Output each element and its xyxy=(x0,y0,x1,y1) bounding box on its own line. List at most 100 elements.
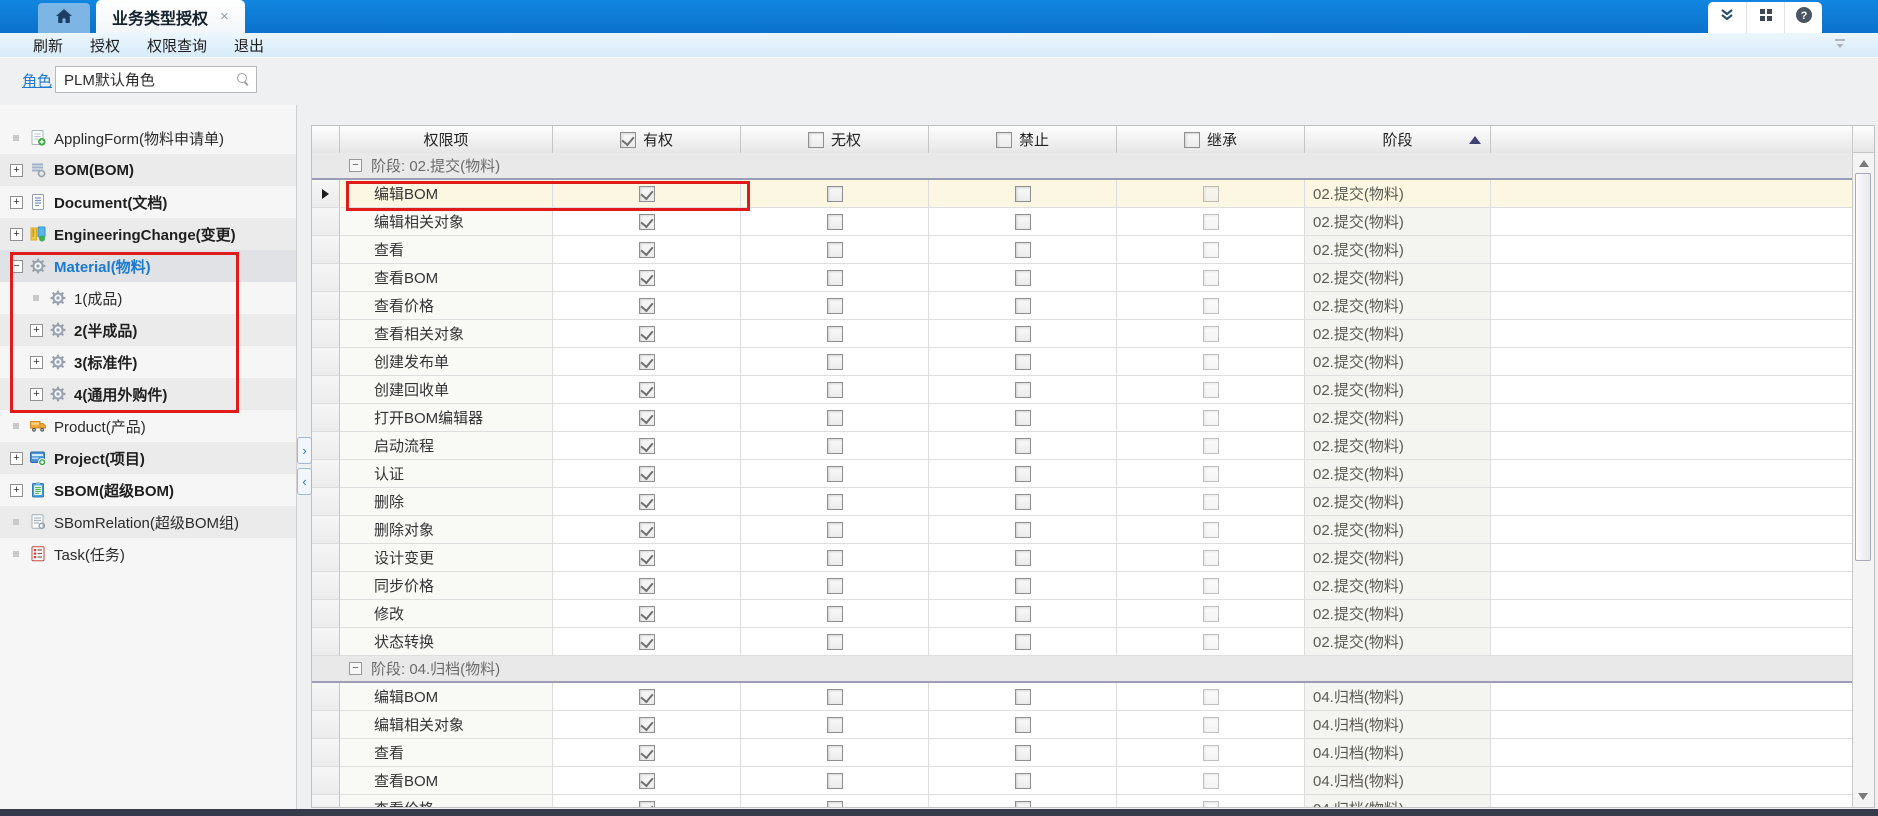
forbid-checkbox[interactable] xyxy=(1015,550,1031,566)
noperm-cell[interactable] xyxy=(741,208,929,236)
granted-cell[interactable] xyxy=(553,376,741,404)
menu-item-refresh[interactable]: 刷新 xyxy=(33,35,63,56)
inherit-checkbox[interactable] xyxy=(1203,522,1219,538)
granted-checkbox[interactable] xyxy=(639,550,655,566)
granted-checkbox[interactable] xyxy=(639,745,655,761)
grid-row[interactable]: 认证02.提交(物料) xyxy=(312,460,1852,488)
noperm-cell[interactable] xyxy=(741,767,929,795)
noperm-checkbox[interactable] xyxy=(827,550,843,566)
inherit-checkbox[interactable] xyxy=(1203,186,1219,202)
forbid-checkbox[interactable] xyxy=(1015,186,1031,202)
tab-close-icon[interactable]: × xyxy=(220,8,229,25)
forbid-checkbox[interactable] xyxy=(1015,578,1031,594)
grid-row[interactable]: 查看相关对象02.提交(物料) xyxy=(312,320,1852,348)
noperm-checkbox[interactable] xyxy=(827,242,843,258)
inherit-checkbox[interactable] xyxy=(1203,466,1219,482)
tree-item-product[interactable]: Product(产品) xyxy=(0,410,296,442)
tab-home[interactable] xyxy=(38,3,90,33)
tree-collapse-icon[interactable]: − xyxy=(10,260,23,273)
granted-cell[interactable] xyxy=(553,320,741,348)
splitter-expand-button[interactable]: › xyxy=(297,437,312,464)
inherit-checkbox[interactable] xyxy=(1203,354,1219,370)
group-header-stage-04-archive[interactable]: −阶段: 04.归档(物料) xyxy=(312,656,1852,683)
forbid-cell[interactable] xyxy=(929,739,1117,767)
collapse-all-button[interactable] xyxy=(1708,2,1746,33)
noperm-cell[interactable] xyxy=(741,320,929,348)
noperm-checkbox[interactable] xyxy=(827,522,843,538)
column-header-perm[interactable]: 权限项 xyxy=(340,126,553,153)
grid-row[interactable]: 查看价格04.归档(物料) xyxy=(312,795,1852,807)
granted-cell[interactable] xyxy=(553,432,741,460)
granted-checkbox[interactable] xyxy=(639,382,655,398)
group-header-stage-02-submit[interactable]: −阶段: 02.提交(物料) xyxy=(312,153,1852,180)
noperm-checkbox[interactable] xyxy=(827,466,843,482)
forbid-checkbox[interactable] xyxy=(1015,466,1031,482)
granted-checkbox[interactable] xyxy=(639,689,655,705)
column-header-forbid[interactable]: 禁止 xyxy=(929,126,1117,153)
toolbar-collapse-icon[interactable] xyxy=(1832,37,1848,56)
granted-checkbox[interactable] xyxy=(639,326,655,342)
menu-item-exit[interactable]: 退出 xyxy=(234,35,264,56)
forbid-checkbox[interactable] xyxy=(1015,298,1031,314)
forbid-cell[interactable] xyxy=(929,767,1117,795)
forbid-checkbox[interactable] xyxy=(1015,382,1031,398)
granted-cell[interactable] xyxy=(553,739,741,767)
inherit-checkbox[interactable] xyxy=(1203,410,1219,426)
forbid-cell[interactable] xyxy=(929,404,1117,432)
inherit-checkbox[interactable] xyxy=(1203,494,1219,510)
forbid-cell[interactable] xyxy=(929,292,1117,320)
granted-checkbox[interactable] xyxy=(639,634,655,650)
noperm-checkbox[interactable] xyxy=(827,606,843,622)
forbid-checkbox[interactable] xyxy=(1015,326,1031,342)
inherit-cell[interactable] xyxy=(1117,544,1305,572)
inherit-cell[interactable] xyxy=(1117,795,1305,807)
noperm-cell[interactable] xyxy=(741,460,929,488)
granted-checkbox[interactable] xyxy=(639,242,655,258)
inherit-checkbox[interactable] xyxy=(1203,326,1219,342)
grid-row[interactable]: 查看BOM02.提交(物料) xyxy=(312,264,1852,292)
noperm-cell[interactable] xyxy=(741,711,929,739)
tree-item-material-2[interactable]: +2(半成品) xyxy=(0,314,296,346)
noperm-cell[interactable] xyxy=(741,348,929,376)
forbid-cell[interactable] xyxy=(929,264,1117,292)
granted-cell[interactable] xyxy=(553,683,741,711)
tree-item-sbom[interactable]: +SBOM(超级BOM) xyxy=(0,474,296,506)
noperm-checkbox[interactable] xyxy=(827,494,843,510)
tab-business-type-auth[interactable]: 业务类型授权 × xyxy=(96,0,245,33)
inherit-cell[interactable] xyxy=(1117,628,1305,656)
granted-checkbox[interactable] xyxy=(639,606,655,622)
tree-item-sbomrelation[interactable]: SBomRelation(超级BOM组) xyxy=(0,506,296,538)
noperm-checkbox[interactable] xyxy=(827,326,843,342)
forbid-checkbox[interactable] xyxy=(1015,438,1031,454)
noperm-checkbox[interactable] xyxy=(827,689,843,705)
granted-checkbox[interactable] xyxy=(639,801,655,808)
grid-row[interactable]: 查看价格02.提交(物料) xyxy=(312,292,1852,320)
noperm-cell[interactable] xyxy=(741,432,929,460)
granted-cell[interactable] xyxy=(553,404,741,432)
column-header-granted[interactable]: 有权 xyxy=(553,126,741,153)
inherit-cell[interactable] xyxy=(1117,404,1305,432)
granted-cell[interactable] xyxy=(553,180,741,208)
forbid-cell[interactable] xyxy=(929,236,1117,264)
forbid-checkbox[interactable] xyxy=(1015,801,1031,808)
granted-checkbox[interactable] xyxy=(639,466,655,482)
grid-vertical-scrollbar[interactable] xyxy=(1852,126,1874,807)
noperm-checkbox[interactable] xyxy=(827,354,843,370)
noperm-cell[interactable] xyxy=(741,600,929,628)
inherit-cell[interactable] xyxy=(1117,767,1305,795)
group-collapse-icon[interactable]: − xyxy=(349,662,362,675)
tree-item-material[interactable]: −Material(物料) xyxy=(0,250,296,282)
grid-row[interactable]: 删除02.提交(物料) xyxy=(312,488,1852,516)
granted-checkbox[interactable] xyxy=(639,438,655,454)
noperm-cell[interactable] xyxy=(741,739,929,767)
noperm-cell[interactable] xyxy=(741,376,929,404)
granted-cell[interactable] xyxy=(553,711,741,739)
inherit-cell[interactable] xyxy=(1117,600,1305,628)
forbid-checkbox[interactable] xyxy=(1015,689,1031,705)
tree-item-engineeringchange[interactable]: +EngineeringChange(变更) xyxy=(0,218,296,250)
granted-checkbox[interactable] xyxy=(639,298,655,314)
apps-button[interactable] xyxy=(1746,2,1784,33)
noperm-cell[interactable] xyxy=(741,292,929,320)
inherit-cell[interactable] xyxy=(1117,683,1305,711)
noperm-checkbox[interactable] xyxy=(827,270,843,286)
